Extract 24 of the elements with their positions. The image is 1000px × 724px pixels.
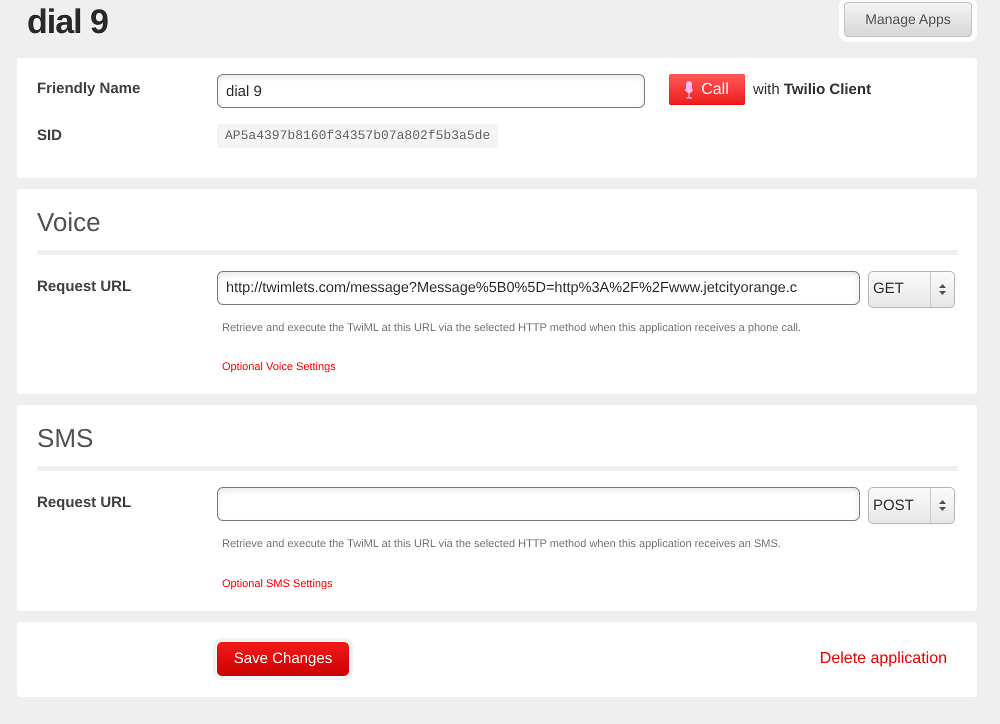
call-button[interactable]: Call	[669, 74, 745, 105]
save-button[interactable]: Save Changes	[217, 642, 349, 676]
url-field[interactable]	[217, 487, 860, 522]
sid-value: AP5a4397b8160f34357b07a802f5b3a5de	[217, 124, 498, 148]
section-title: SMS	[37, 405, 957, 472]
spinner-icon	[939, 284, 946, 295]
url-field[interactable]: http://twimlets.com/message?Message%5B0%5D=http%3A%2F%2Fwww.jetcityorange.c	[217, 270, 860, 305]
client-note: with Twilio Client	[753, 80, 872, 100]
help-text: Retrieve and execute the TwiML at this URL via the selected HTTP method when this application receives an SMS.	[222, 537, 782, 552]
field-label: Friendly Name	[37, 79, 142, 99]
settings-link[interactable]: Optional Voice Settings	[222, 359, 336, 376]
spinner-icon	[939, 500, 946, 512]
section-title: Voice	[37, 188, 957, 255]
method-select[interactable]: POST	[868, 487, 955, 524]
microphone-icon	[685, 80, 694, 98]
field-label: SID	[37, 126, 64, 146]
page-title: dial 9	[26, 2, 108, 42]
name-field[interactable]: dial 9	[217, 74, 645, 108]
field-label: Request URL	[37, 493, 132, 514]
field-label: Request URL	[37, 276, 132, 297]
settings-link[interactable]: Optional SMS Settings	[222, 576, 333, 592]
help-text: Retrieve and execute the TwiML at this URL via the selected HTTP method when this application receives a phone call.	[222, 320, 802, 336]
delete-link[interactable]: Delete application	[820, 647, 947, 672]
method-select[interactable]: GET	[868, 270, 955, 308]
